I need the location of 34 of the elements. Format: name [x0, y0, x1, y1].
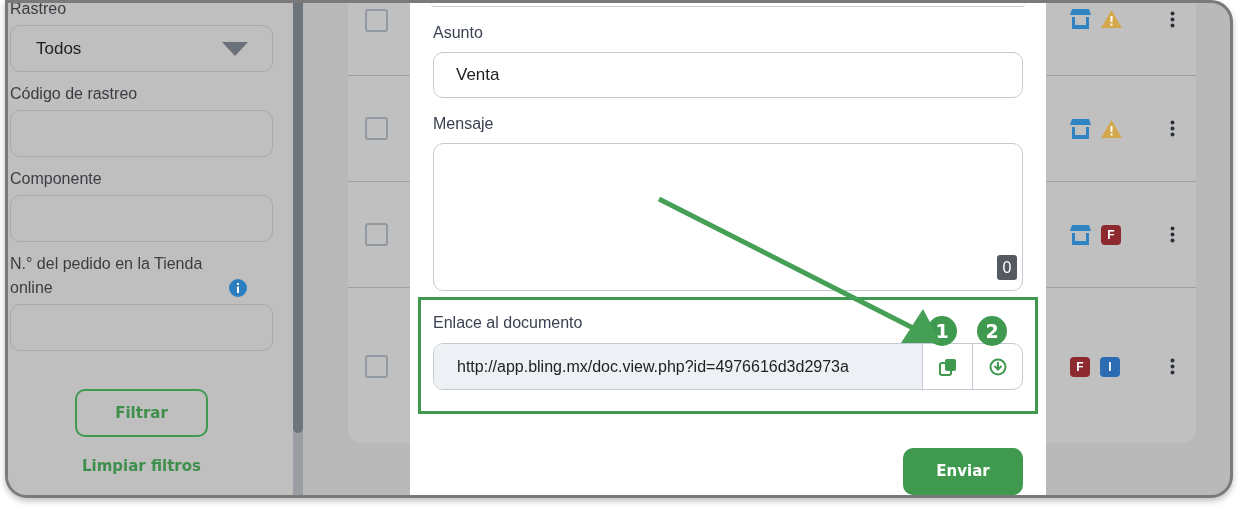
field-label: Mensaje: [433, 114, 494, 135]
caret-icon: [222, 41, 248, 56]
warning-icon: [1101, 10, 1122, 28]
field-label: Código de rastreo: [10, 84, 138, 104]
input-field[interactable]: Venta: [433, 51, 1023, 99]
letter-badge: I: [1100, 356, 1120, 377]
more-options-icon[interactable]: [1170, 120, 1175, 137]
store-icon: [1070, 9, 1091, 29]
letter-badge: F: [1070, 356, 1090, 377]
input-field[interactable]: [10, 195, 273, 242]
field-label: Rastreo: [10, 3, 67, 19]
select-field[interactable]: Todos: [10, 25, 273, 72]
field-label: Componente: [10, 169, 102, 189]
checkbox[interactable]: [365, 355, 388, 378]
checkbox[interactable]: [365, 223, 388, 246]
more-options-icon[interactable]: [1170, 358, 1175, 375]
checkbox[interactable]: [365, 117, 388, 140]
input-field[interactable]: [10, 304, 273, 351]
field-label: Enlace al documento: [433, 313, 583, 334]
field-label: Asunto: [433, 22, 483, 43]
character-counter: 0: [997, 255, 1017, 281]
letter-badge: F: [1101, 224, 1121, 245]
info-icon[interactable]: [229, 279, 247, 297]
store-icon: [1070, 118, 1091, 139]
checkbox[interactable]: [365, 9, 388, 32]
message-field[interactable]: 0: [433, 143, 1023, 292]
field-label: N.° del pedido en la Tienda online: [10, 254, 204, 298]
store-icon: [1070, 224, 1091, 245]
more-options-icon[interactable]: [1170, 10, 1175, 28]
step-marker: 2: [977, 316, 1007, 347]
more-options-icon[interactable]: [1170, 226, 1175, 243]
input-field[interactable]: [10, 110, 273, 157]
warning-icon: [1101, 119, 1122, 138]
send-button[interactable]: Enviar: [903, 447, 1023, 495]
